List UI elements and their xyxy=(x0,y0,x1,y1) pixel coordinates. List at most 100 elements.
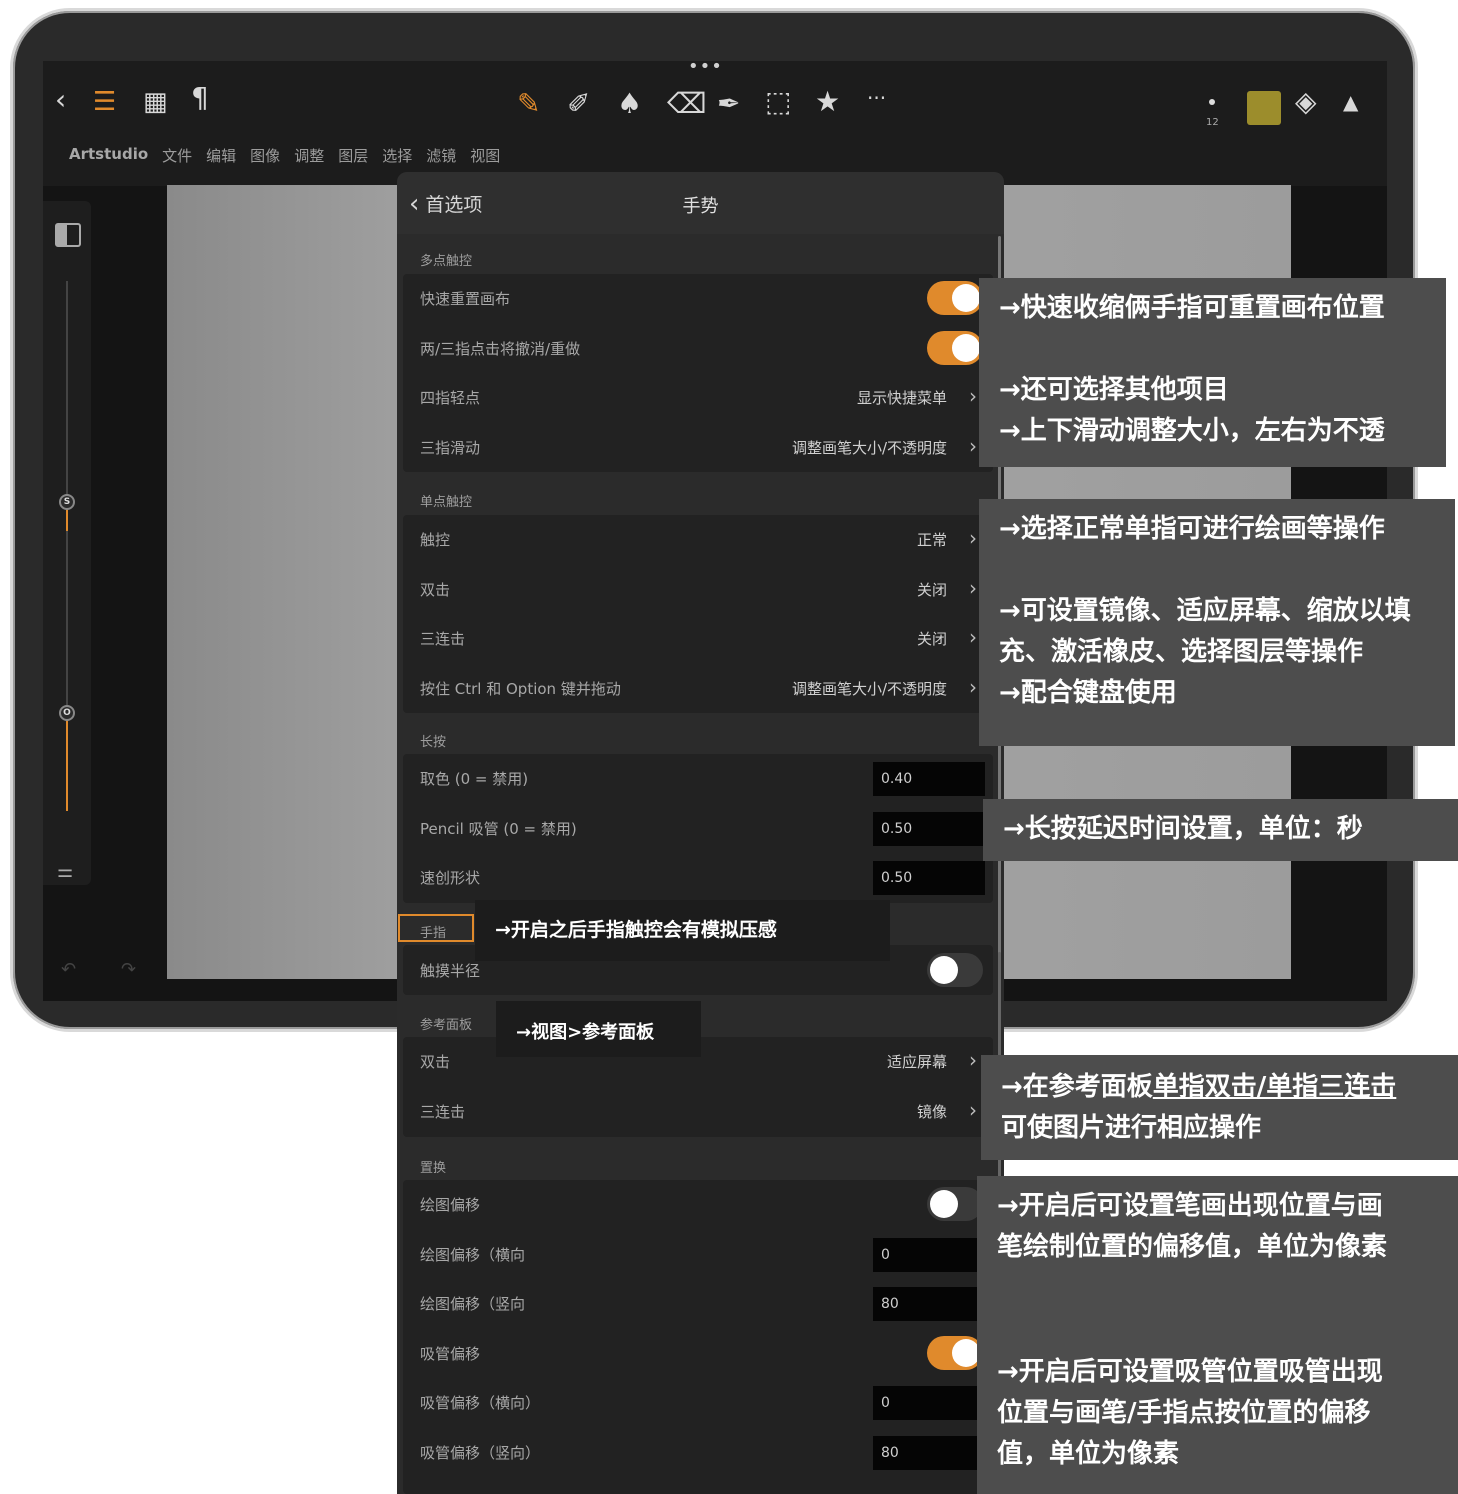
undo-redo-tap-toggle[interactable] xyxy=(927,330,983,365)
back-arrow-icon[interactable]: ‹ xyxy=(55,85,66,115)
color-pick-delay-input[interactable]: 0.40 xyxy=(873,762,985,796)
draw-offset-y-input[interactable]: 80 xyxy=(873,1287,985,1322)
long-press-group: 取色 (0 = 禁用) 0.40 Pencil 吸管 (0 = 禁用) 0.50… xyxy=(403,754,993,903)
menu-filter[interactable]: 滤镜 xyxy=(426,145,456,166)
row-label: 取色 (0 = 禁用) xyxy=(420,770,529,788)
sheet-title: 手势 xyxy=(682,196,719,217)
eyedropper-offset-x-input[interactable]: 0 xyxy=(873,1386,985,1421)
pencil-eyedropper-delay-input[interactable]: 0.50 xyxy=(873,811,985,846)
row-triple-tap[interactable]: 三连击 关闭 › xyxy=(403,614,993,664)
annotation-finger: →开启之后手指触控会有模拟压感 xyxy=(475,900,890,961)
row-reference-triple-tap[interactable]: 三连击 镜像 › xyxy=(403,1087,993,1137)
section-offset: 置换 xyxy=(420,1161,447,1176)
menu-file[interactable]: 文件 xyxy=(162,145,192,166)
row-label: 按住 Ctrl 和 Option 键并拖动 xyxy=(420,679,621,698)
row-draw-offset-x: 绘图偏移（横向 0 xyxy=(403,1230,993,1280)
collapse-triangle-icon[interactable]: ▲ xyxy=(1343,87,1358,117)
annotation-reference-panel: →在参考面板单指双击/单指三连击 可使图片进行相应操作 xyxy=(981,1055,1458,1160)
draw-offset-toggle[interactable] xyxy=(927,1187,983,1221)
touch-radius-toggle[interactable] xyxy=(927,953,983,987)
size-slider-track[interactable] xyxy=(66,281,68,501)
annotation-multi-touch: →快速收缩俩手指可重置画布位置 →还可选择其他项目 →上下滑动调整大小，左右为不… xyxy=(979,278,1446,467)
section-single-touch: 单点触控 xyxy=(420,495,473,510)
row-four-finger-tap[interactable]: 四指轻点 显示快捷菜单 › xyxy=(403,373,993,423)
brush-size-value: 12 xyxy=(1206,117,1219,128)
fill-icon[interactable]: ♠ xyxy=(617,89,642,119)
chevron-right-icon: › xyxy=(969,1097,977,1122)
menu-artstudio[interactable]: Artstudio xyxy=(69,145,148,166)
menu-adjust[interactable]: 调整 xyxy=(294,145,324,166)
settings-tools-icon[interactable]: ¶ xyxy=(191,83,209,113)
brush-icon[interactable]: ✎ xyxy=(517,89,540,119)
menu-view[interactable]: 视图 xyxy=(470,145,500,166)
row-three-finger-swipe[interactable]: 三指滑动 调整画笔大小/不透明度 › xyxy=(403,423,993,473)
row-label: 触摸半径 xyxy=(420,962,481,980)
row-draw-offset: 绘图偏移 xyxy=(403,1180,993,1230)
row-value: 关闭 xyxy=(916,630,947,649)
single-touch-group: 触控 正常 › 双击 关闭 › 三连击 关闭 › 按住 Ctrl 和 Optio… xyxy=(403,515,993,713)
more-tools-icon[interactable]: ··· xyxy=(867,83,886,113)
annotation-offset: →开启后可设置笔画出现位置与画 笔绘制位置的偏移值，单位为像素 →开启后可设置吸… xyxy=(977,1176,1458,1494)
quickshape-delay-input[interactable]: 0.50 xyxy=(873,861,985,896)
row-label: 两/三指点击将撤消/重做 xyxy=(420,339,581,358)
annotation-single-touch: →选择正常单指可进行绘画等操作 →可设置镜像、适应屏幕、缩放以填 充、激活橡皮、… xyxy=(979,499,1455,746)
annotation-text: →在参考面板 xyxy=(1001,1072,1153,1102)
chevron-right-icon: › xyxy=(969,1048,977,1072)
current-color-swatch[interactable] xyxy=(1247,91,1281,125)
opacity-slider-knob[interactable]: O xyxy=(59,705,75,721)
gesture-settings-sheet: ‹ 首选项 手势 多点触控 快速重置画布 两/三指点击将撤消/重做 四指轻点 显… xyxy=(397,172,1004,1494)
row-color-pick-delay: 取色 (0 = 禁用) 0.40 xyxy=(403,754,993,804)
row-double-tap[interactable]: 双击 关闭 › xyxy=(403,565,993,615)
row-value: 调整画笔大小/不透明度 xyxy=(791,679,947,698)
row-label: 三连击 xyxy=(420,630,466,649)
row-label: 触控 xyxy=(420,531,451,549)
opacity-slider-track-upper[interactable] xyxy=(66,531,68,711)
annotation-text: 值，单位为像素 xyxy=(997,1439,1180,1469)
row-quick-reset-canvas: 快速重置画布 xyxy=(403,274,993,324)
chevron-right-icon: › xyxy=(969,625,977,650)
redo-icon[interactable]: ↷ xyxy=(121,959,136,980)
draw-offset-x-input[interactable]: 0 xyxy=(873,1237,985,1272)
row-value: 关闭 xyxy=(916,580,947,599)
brush-size-dot-icon[interactable] xyxy=(1209,99,1215,105)
menu-icon[interactable]: ☰ xyxy=(93,87,116,117)
annotation-text: →开启后可设置笔画出现位置与画 xyxy=(997,1191,1383,1221)
menu-select[interactable]: 选择 xyxy=(382,145,412,166)
favorite-star-icon[interactable]: ★ xyxy=(815,87,840,117)
toggle-panel-icon[interactable] xyxy=(55,223,81,247)
opacity-slider-fill xyxy=(66,711,68,811)
row-label: 四指轻点 xyxy=(420,389,481,408)
annotation-text: →选择正常单指可进行绘画等操作 xyxy=(999,514,1385,544)
annotation-text: 位置与画笔/手指点按位置的偏移 xyxy=(997,1398,1371,1428)
row-eyedropper-offset-y: 吸管偏移（竖向） 80 xyxy=(403,1428,993,1478)
multitasking-dots-icon[interactable]: ••• xyxy=(688,56,723,77)
menu-layer[interactable]: 图层 xyxy=(338,145,368,166)
eyedropper-offset-toggle[interactable] xyxy=(927,1335,983,1370)
chevron-right-icon: › xyxy=(969,674,977,699)
row-label: 绘图偏移（横向 xyxy=(420,1245,526,1264)
menu-image[interactable]: 图像 xyxy=(250,145,280,166)
annotation-text: 充、激活橡皮、选择图层等操作 xyxy=(999,637,1364,667)
undo-icon[interactable]: ↶ xyxy=(61,959,76,980)
quick-reset-toggle[interactable] xyxy=(927,281,983,315)
annotation-text: →可设置镜像、适应屏幕、缩放以填 xyxy=(999,596,1411,626)
menu-edit[interactable]: 编辑 xyxy=(206,145,236,166)
row-eyedropper-offset: 吸管偏移 xyxy=(403,1329,993,1379)
row-label: 绘图偏移（竖向 xyxy=(420,1295,526,1314)
chevron-right-icon: › xyxy=(969,384,977,409)
annotation-text: 笔绘制位置的偏移值，单位为像素 xyxy=(997,1232,1388,1262)
row-label: 绘图偏移 xyxy=(420,1196,481,1214)
smudge-icon[interactable]: ✐ xyxy=(567,89,590,119)
eyedropper-icon[interactable]: ✒ xyxy=(717,89,740,119)
sliders-settings-icon[interactable]: ⚌ xyxy=(57,861,73,882)
annotation-text: →还可选择其他项目 xyxy=(999,375,1229,405)
layers-icon[interactable]: ◈ xyxy=(1295,87,1317,117)
row-value: 显示快捷菜单 xyxy=(856,389,947,408)
selection-icon[interactable]: ⬚ xyxy=(765,87,791,117)
row-ctrl-option-drag[interactable]: 按住 Ctrl 和 Option 键并拖动 调整画笔大小/不透明度 › xyxy=(403,664,993,714)
size-slider-knob[interactable]: S xyxy=(59,494,75,510)
eyedropper-offset-y-input[interactable]: 80 xyxy=(873,1436,985,1470)
eraser-icon[interactable]: ⌫ xyxy=(667,89,707,119)
row-touch-mode[interactable]: 触控 正常 › xyxy=(403,515,993,565)
gallery-grid-icon[interactable]: ▦ xyxy=(143,87,168,117)
